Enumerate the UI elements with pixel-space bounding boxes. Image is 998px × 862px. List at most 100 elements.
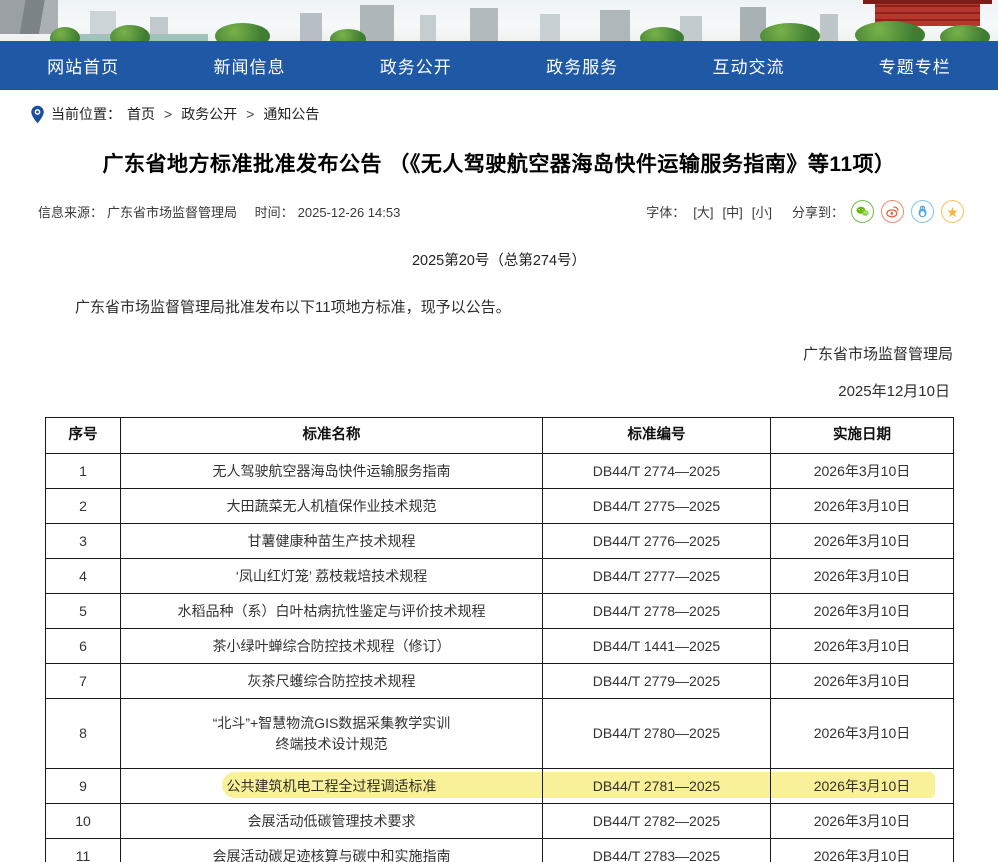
nav-item-topics[interactable]: 专题专栏 — [832, 53, 998, 78]
share-qq-icon[interactable] — [911, 200, 934, 223]
standard-name: 无人驾驶航空器海岛快件运输服务指南 — [121, 454, 543, 489]
row-serial: 8 — [46, 699, 121, 769]
standard-name: 会展活动低碳管理技术要求 — [121, 804, 543, 839]
standards-table: 序号 标准名称 标准编号 实施日期 1无人驾驶航空器海岛快件运输服务指南DB44… — [45, 417, 954, 862]
standard-code: DB44/T 2777—2025 — [543, 559, 771, 594]
standard-code: DB44/T 2780—2025 — [543, 699, 771, 769]
breadcrumb-label: 当前位置： — [51, 104, 121, 124]
standard-code: DB44/T 2775—2025 — [543, 489, 771, 524]
standard-name: 会展活动碳足迹核算与碳中和实施指南 — [121, 839, 543, 862]
header-name: 标准名称 — [121, 418, 543, 454]
implementation-date: 2026年3月10日 — [771, 839, 954, 862]
font-size-large-button[interactable]: [大] — [693, 202, 713, 221]
implementation-date: 2026年3月10日 — [771, 664, 954, 699]
breadcrumb-separator: > — [164, 106, 172, 122]
time-value: 2025-12-26 14:53 — [298, 205, 401, 220]
header-code: 标准编号 — [543, 418, 771, 454]
standards-table-body: 1无人驾驶航空器海岛快件运输服务指南DB44/T 2774—20252026年3… — [46, 454, 954, 862]
main-nav: 网站首页 新闻信息 政务公开 政务服务 互动交流 专题专栏 — [0, 41, 998, 90]
signature-date: 2025年12月10日 — [0, 364, 998, 409]
standard-name: ‘凤山红灯笼’ 荔枝栽培技术规程 — [121, 559, 543, 594]
nav-item-home[interactable]: 网站首页 — [0, 53, 166, 78]
standard-code: DB44/T 2778—2025 — [543, 594, 771, 629]
implementation-date: 2026年3月10日 — [771, 559, 954, 594]
header-date: 实施日期 — [771, 418, 954, 454]
standard-name: “北斗”+智慧物流GIS数据采集教学实训 终端技术设计规范 — [121, 699, 543, 769]
breadcrumb-gov-open[interactable]: 政务公开 — [181, 104, 237, 124]
signature-agency: 广东省市场监督管理局 — [0, 317, 998, 364]
breadcrumb-home[interactable]: 首页 — [127, 104, 155, 124]
row-serial: 2 — [46, 489, 121, 524]
font-size-label: 字体： — [646, 202, 685, 221]
table-row: 5水稻品种（系）白叶枯病抗性鉴定与评价技术规程DB44/T 2778—20252… — [46, 594, 954, 629]
font-size-small-button[interactable]: [小] — [752, 202, 772, 221]
breadcrumb: 当前位置： 首页 > 政务公开 > 通知公告 — [0, 90, 998, 134]
implementation-date: 2026年3月10日 — [771, 629, 954, 664]
article-source: 信息来源：广东省市场监督管理局 时间：2025-12-26 14:53 — [38, 202, 404, 221]
article-meta: 信息来源：广东省市场监督管理局 时间：2025-12-26 14:53 字体： … — [0, 184, 998, 223]
row-serial: 9 — [46, 769, 121, 804]
announcement-body: 广东省市场监督管理局批准发布以下11项地方标准，现予以公告。 — [0, 270, 998, 317]
standard-name: 茶小绿叶蝉综合防控技术规程（修订） — [121, 629, 543, 664]
implementation-date: 2026年3月10日 — [771, 594, 954, 629]
nav-item-services[interactable]: 政务服务 — [499, 53, 665, 78]
font-and-share-controls: 字体： [大] [中] [小] 分享到： ★ — [646, 200, 964, 223]
table-row: 11会展活动碳足迹核算与碳中和实施指南DB44/T 2783—20252026年… — [46, 839, 954, 862]
implementation-date: 2026年3月10日 — [771, 699, 954, 769]
standard-name: 灰茶尺蠖综合防控技术规程 — [121, 664, 543, 699]
row-serial: 6 — [46, 629, 121, 664]
table-row: 6茶小绿叶蝉综合防控技术规程（修订）DB44/T 1441—20252026年3… — [46, 629, 954, 664]
standard-name: 水稻品种（系）白叶枯病抗性鉴定与评价技术规程 — [121, 594, 543, 629]
page-title: 广东省地方标准批准发布公告 （《无人驾驶航空器海岛快件运输服务指南》等11项） — [0, 134, 998, 184]
document-number: 2025第20号（总第274号） — [0, 223, 998, 270]
standard-code: DB44/T 2783—2025 — [543, 839, 771, 862]
implementation-date: 2026年3月10日 — [771, 804, 954, 839]
standards-table-wrap: 序号 标准名称 标准编号 实施日期 1无人驾驶航空器海岛快件运输服务指南DB44… — [45, 417, 953, 862]
table-row: 7灰茶尺蠖综合防控技术规程DB44/T 2779—20252026年3月10日 — [46, 664, 954, 699]
standard-code: DB44/T 2774—2025 — [543, 454, 771, 489]
row-serial: 10 — [46, 804, 121, 839]
row-serial: 4 — [46, 559, 121, 594]
location-pin-icon — [30, 105, 45, 124]
share-wechat-icon[interactable] — [851, 200, 874, 223]
time-label: 时间： — [255, 205, 294, 220]
implementation-date: 2026年3月10日 — [771, 454, 954, 489]
table-row: 3甘薯健康种苗生产技术规程DB44/T 2776—20252026年3月10日 — [46, 524, 954, 559]
nav-item-news[interactable]: 新闻信息 — [166, 53, 332, 78]
standard-code: DB44/T 2781—2025 — [543, 769, 771, 804]
nav-item-gov-open[interactable]: 政务公开 — [333, 53, 499, 78]
header-banner-image — [0, 0, 998, 41]
table-row: 10会展活动低碳管理技术要求DB44/T 2782—20252026年3月10日 — [46, 804, 954, 839]
implementation-date: 2026年3月10日 — [771, 489, 954, 524]
standard-name: 甘薯健康种苗生产技术规程 — [121, 524, 543, 559]
row-serial: 3 — [46, 524, 121, 559]
share-weibo-icon[interactable] — [881, 200, 904, 223]
standard-name: 公共建筑机电工程全过程调适标准 — [121, 769, 543, 804]
table-row: 2大田蔬菜无人机植保作业技术规范DB44/T 2775—20252026年3月1… — [46, 489, 954, 524]
standard-code: DB44/T 2782—2025 — [543, 804, 771, 839]
row-serial: 5 — [46, 594, 121, 629]
star-icon: ★ — [946, 205, 959, 219]
breadcrumb-separator: > — [246, 106, 254, 122]
table-header-row: 序号 标准名称 标准编号 实施日期 — [46, 418, 954, 454]
font-size-medium-button[interactable]: [中] — [723, 202, 743, 221]
row-serial: 11 — [46, 839, 121, 862]
standard-name: 大田蔬菜无人机植保作业技术规范 — [121, 489, 543, 524]
row-serial: 7 — [46, 664, 121, 699]
table-row: 4‘凤山红灯笼’ 荔枝栽培技术规程DB44/T 2777—20252026年3月… — [46, 559, 954, 594]
implementation-date: 2026年3月10日 — [771, 769, 954, 804]
standard-code: DB44/T 2776—2025 — [543, 524, 771, 559]
standard-code: DB44/T 2779—2025 — [543, 664, 771, 699]
source-label: 信息来源： — [38, 205, 103, 220]
implementation-date: 2026年3月10日 — [771, 524, 954, 559]
table-row: 1无人驾驶航空器海岛快件运输服务指南DB44/T 2774—20252026年3… — [46, 454, 954, 489]
table-row: 9公共建筑机电工程全过程调适标准DB44/T 2781—20252026年3月1… — [46, 769, 954, 804]
announcement-page: 网站首页 新闻信息 政务公开 政务服务 互动交流 专题专栏 当前位置： 首页 >… — [0, 0, 998, 862]
nav-item-interact[interactable]: 互动交流 — [665, 53, 831, 78]
share-qzone-icon[interactable]: ★ — [941, 200, 964, 223]
breadcrumb-notices[interactable]: 通知公告 — [263, 104, 319, 124]
header-serial: 序号 — [46, 418, 121, 454]
banner-trees — [0, 27, 998, 41]
table-row: 8“北斗”+智慧物流GIS数据采集教学实训 终端技术设计规范DB44/T 278… — [46, 699, 954, 769]
standard-code: DB44/T 1441—2025 — [543, 629, 771, 664]
